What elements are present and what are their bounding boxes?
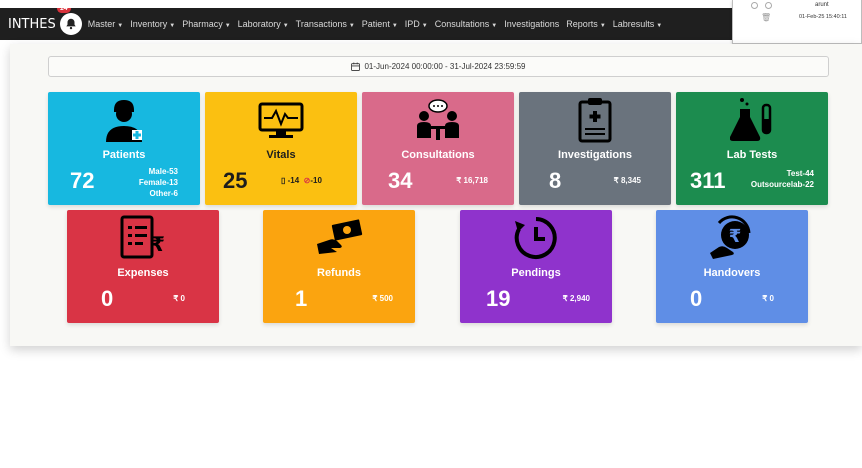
- patients-breakdown: Male-53 Female-13 Other-6: [139, 166, 178, 199]
- dashboard-page: INTHES 14 Master ▼ Inventory ▼ Pharmacy ▼ L…: [0, 0, 862, 468]
- handover-icon: ₹: [710, 215, 751, 259]
- lab-tests-test: Test-44: [786, 169, 814, 178]
- vitals-count: 25: [223, 168, 248, 193]
- pendings-amount: ₹ 2,940: [562, 294, 590, 303]
- nav-transactions[interactable]: Transactions ▼: [296, 19, 355, 29]
- nav-consultations[interactable]: Consultations ▼: [435, 19, 498, 29]
- investigations-card[interactable]: Investigations 8 ₹ 8,345: [519, 92, 671, 205]
- popup-user: arunt: [815, 2, 829, 8]
- notification-bell[interactable]: 14: [56, 8, 82, 35]
- lab-tests-count: 311: [690, 168, 726, 193]
- vitals-title: Vitals: [266, 149, 296, 161]
- nav-investigations[interactable]: Investigations: [504, 19, 559, 29]
- notification-badge: 14: [56, 8, 71, 13]
- nav-ipd[interactable]: IPD ▼: [405, 19, 428, 29]
- lab-tests-outsource: Outsourcelab-22: [750, 180, 814, 189]
- doctor-icon: [106, 100, 142, 142]
- view-icon[interactable]: [751, 2, 758, 9]
- nav-inventory[interactable]: Inventory ▼: [130, 19, 175, 29]
- popup-date: 01-Feb-25 15:40:11: [799, 14, 847, 20]
- patients-other: Other-6: [149, 189, 178, 198]
- refunds-count: 1: [295, 286, 308, 311]
- date-range-text: 01-Jun-2024 00:00:00 - 31-Jul-2024 23:59…: [364, 62, 526, 71]
- refunds-title: Refunds: [317, 267, 361, 279]
- handovers-title: Handovers: [703, 267, 761, 279]
- brand-logo[interactable]: INTHES: [8, 17, 56, 32]
- expenses-count: 0: [101, 286, 114, 311]
- investigations-count: 8: [549, 168, 562, 193]
- nav-patient[interactable]: Patient ▼: [362, 19, 398, 29]
- patients-female: Female-13: [138, 178, 178, 187]
- vitals-stat1: -14: [287, 176, 300, 185]
- investigations-title: Investigations: [558, 149, 632, 161]
- expense-icon: ₹: [120, 215, 165, 259]
- handovers-amount: ₹ 0: [762, 294, 774, 303]
- vitals-stat2: -10: [310, 176, 322, 185]
- svg-text:₹: ₹: [151, 232, 165, 256]
- bell-icon: [66, 18, 76, 30]
- monitor-icon: [258, 102, 304, 138]
- expenses-amount: ₹ 0: [173, 294, 185, 303]
- flask-icon: [730, 98, 772, 141]
- patients-card[interactable]: Patients 72 Male-53 Female-13 Other-6: [48, 92, 200, 205]
- dashboard-panel: 01-Jun-2024 00:00:00 - 31-Jul-2024 23:59…: [10, 44, 862, 346]
- nav-pharmacy[interactable]: Pharmacy ▼: [182, 19, 230, 29]
- clock-icon: [514, 217, 557, 259]
- edit-icon[interactable]: [765, 2, 772, 9]
- refunds-card[interactable]: Refunds 1 ₹ 500: [263, 210, 415, 323]
- patients-count: 72: [70, 168, 95, 193]
- handovers-count: 0: [690, 286, 703, 311]
- vitals-stats: ▯ -14 ⊘-10: [281, 175, 322, 186]
- nav-laboratory[interactable]: Laboratory ▼: [238, 19, 289, 29]
- lab-tests-title: Lab Tests: [726, 149, 778, 161]
- pendings-card[interactable]: Pendings 19 ₹ 2,940: [460, 210, 612, 323]
- handovers-card[interactable]: ₹ Handovers 0 ₹ 0: [656, 210, 808, 323]
- svg-text:₹: ₹: [729, 226, 742, 247]
- nav-reports[interactable]: Reports ▼: [566, 19, 605, 29]
- expenses-card[interactable]: ₹ Expenses 0 ₹ 0: [67, 210, 219, 323]
- consultations-count: 34: [388, 168, 413, 193]
- pendings-count: 19: [486, 286, 511, 311]
- device-icon: ▯: [281, 176, 286, 185]
- patients-title: Patients: [102, 149, 146, 161]
- refund-icon: [317, 219, 363, 254]
- clipboard-icon: [578, 98, 612, 143]
- notification-popup: 🗑 arunt 01-Feb-25 15:40:11: [732, 0, 862, 44]
- calendar-icon: [351, 62, 361, 71]
- consultation-icon: [417, 99, 459, 140]
- consultations-amount: ₹ 16,718: [456, 176, 488, 185]
- nav-labresults[interactable]: Labresults ▼: [613, 19, 662, 29]
- trash-icon[interactable]: 🗑: [761, 13, 771, 22]
- date-range-picker[interactable]: 01-Jun-2024 00:00:00 - 31-Jul-2024 23:59…: [48, 56, 829, 77]
- refunds-amount: ₹ 500: [372, 294, 393, 303]
- pendings-title: Pendings: [511, 267, 561, 279]
- vitals-card[interactable]: Vitals 25 ▯ -14 ⊘-10: [205, 92, 357, 205]
- lab-tests-breakdown: Test-44 Outsourcelab-22: [751, 168, 814, 190]
- patients-male: Male-53: [148, 167, 178, 176]
- lab-tests-card[interactable]: Lab Tests 311 Test-44 Outsourcelab-22: [676, 92, 828, 205]
- investigations-amount: ₹ 8,345: [613, 176, 641, 185]
- nav-master[interactable]: Master ▼: [88, 19, 123, 29]
- consultations-title: Consultations: [401, 149, 475, 161]
- expenses-title: Expenses: [117, 267, 169, 279]
- consultations-card[interactable]: Consultations 34 ₹ 16,718: [362, 92, 514, 205]
